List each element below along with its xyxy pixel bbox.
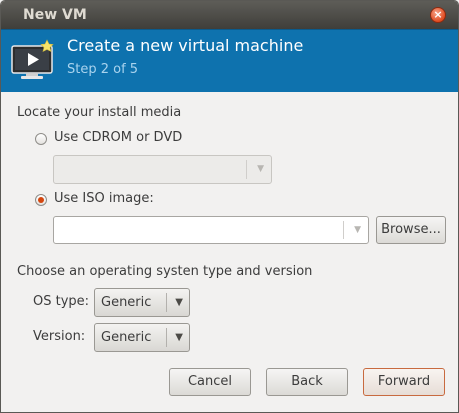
version-label: Version: xyxy=(33,329,86,344)
wizard-title: Create a new virtual machine xyxy=(67,36,304,55)
chevron-down-icon[interactable]: ▼ xyxy=(354,225,361,235)
cdrom-label[interactable]: Use CDROM or DVD xyxy=(54,130,182,145)
title-bar[interactable]: New VM × xyxy=(1,1,458,29)
new-vm-dialog: New VM × Create a new virtual machine St… xyxy=(0,0,459,413)
install-media-heading: Locate your install media xyxy=(17,105,182,120)
chevron-down-icon: ▼ xyxy=(175,297,183,308)
chevron-down-icon: ▼ xyxy=(257,164,264,174)
close-icon[interactable]: × xyxy=(430,7,446,23)
version-select[interactable]: Generic ▼ xyxy=(94,323,190,352)
browse-button[interactable]: Browse... xyxy=(376,216,446,244)
cdrom-device-combo: ▼ xyxy=(53,155,272,184)
os-heading: Choose an operating systen type and vers… xyxy=(17,264,313,279)
back-button[interactable]: Back xyxy=(266,368,348,396)
wizard-step: Step 2 of 5 xyxy=(67,62,139,77)
combo-separator xyxy=(343,221,344,239)
iso-radio[interactable] xyxy=(35,194,47,206)
combo-separator xyxy=(246,160,247,179)
window-title: New VM xyxy=(23,7,87,23)
wizard-header: Create a new virtual machine Step 2 of 5 xyxy=(1,29,458,92)
os-type-value: Generic xyxy=(101,295,152,310)
iso-path-combo[interactable]: ▼ xyxy=(53,216,369,244)
chevron-down-icon: ▼ xyxy=(175,332,183,343)
vm-monitor-icon xyxy=(11,39,54,79)
select-separator xyxy=(166,328,167,347)
version-value: Generic xyxy=(101,330,152,345)
iso-label[interactable]: Use ISO image: xyxy=(54,191,154,206)
cdrom-radio[interactable] xyxy=(35,133,47,145)
select-separator xyxy=(166,293,167,312)
forward-button[interactable]: Forward xyxy=(363,368,445,396)
os-type-label: OS type: xyxy=(33,294,90,309)
cancel-button[interactable]: Cancel xyxy=(169,368,251,396)
os-type-select[interactable]: Generic ▼ xyxy=(94,288,190,317)
